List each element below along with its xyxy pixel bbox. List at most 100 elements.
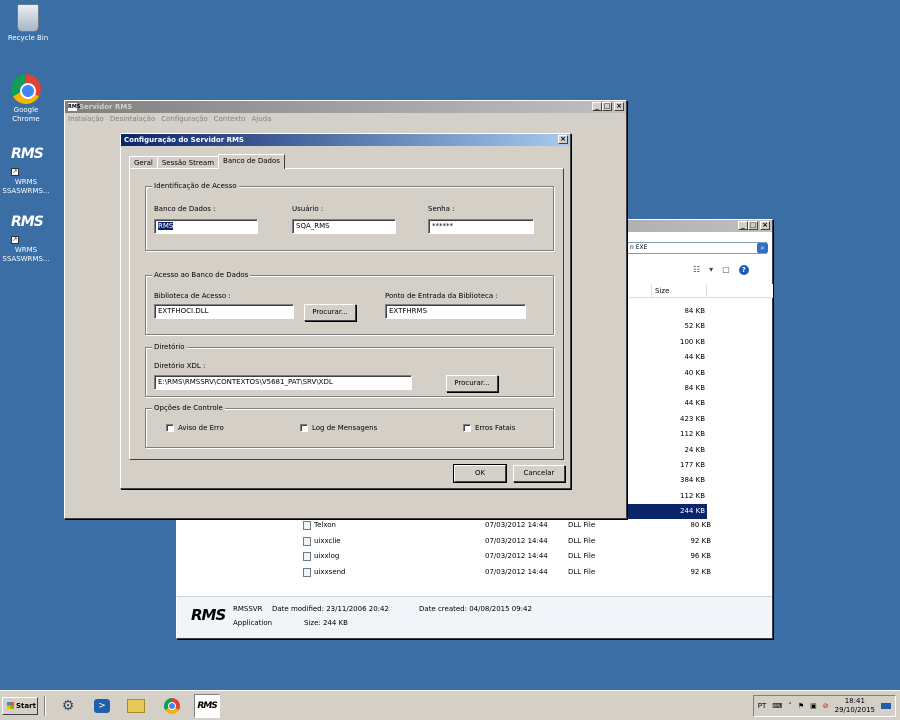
rms-taskbar-button[interactable]: RMS [194, 694, 220, 718]
size-cell[interactable]: 84 KB [627, 304, 707, 319]
minimize-button[interactable]: _ [738, 221, 748, 230]
dll-file-icon [303, 568, 311, 578]
table-row[interactable]: uixxclie 07/03/2012 14:44 DLL File 92 KB [303, 534, 713, 550]
desktop-icon-google-chrome[interactable]: Google Chrome [0, 74, 54, 124]
detail-created: Date created: 04/08/2015 09:42 [419, 605, 532, 613]
size-cell[interactable]: 423 KB [627, 412, 707, 427]
windows-logo-icon [7, 702, 14, 709]
keyboard-icon[interactable]: ⌨ [772, 702, 782, 710]
group-legend: Opções de Controle [152, 404, 225, 413]
xdl-path-field[interactable]: E:\RMS\RMSSRV\CONTEXTOS\V5681_PAT\SRV\XD… [154, 375, 412, 390]
chrome-icon[interactable] [160, 694, 184, 718]
entry-point-field[interactable]: EXTFHRMS [385, 304, 526, 319]
size-cell[interactable]: 44 KB [627, 396, 707, 411]
tab-strip: Geral Sessão Stream Banco de Dados [129, 154, 285, 169]
password-field[interactable]: ****** [428, 219, 534, 234]
file-size: 92 KB [690, 567, 711, 576]
menu-contexto[interactable]: Contexto [214, 113, 246, 125]
user-label: Usuário : [292, 205, 324, 213]
table-row[interactable]: Telxon 07/03/2012 14:44 DLL File 80 KB [303, 518, 713, 534]
window-title: Servidor RMS [79, 103, 133, 111]
size-cell[interactable]: 177 KB [627, 458, 707, 473]
menu-instalacao[interactable]: Instalação [68, 113, 104, 125]
volume-muted-icon[interactable]: ⊘ [823, 702, 829, 710]
size-cell[interactable]: 100 KB [627, 335, 707, 350]
size-cell[interactable]: 40 KB [627, 366, 707, 381]
chevron-up-icon[interactable]: ˄ [788, 702, 792, 710]
library-field[interactable]: EXTFHOCI.DLL [154, 304, 294, 319]
file-type: DLL File [568, 536, 596, 545]
browse-xdl-button[interactable]: Procurar... [446, 375, 498, 392]
size-cell[interactable]: 24 KB [627, 443, 707, 458]
close-button[interactable]: × [558, 135, 568, 144]
cancel-button[interactable]: Cancelar [513, 465, 565, 482]
address-bar[interactable]: n EXE [627, 242, 767, 254]
flag-icon[interactable]: ⚑ [798, 702, 804, 710]
desktop-icon-wrms-2[interactable]: RMS ↗ WRMS SSASWRMS... [0, 215, 54, 264]
close-button[interactable]: × [614, 102, 624, 111]
size-cell[interactable]: 112 KB [627, 427, 707, 442]
preview-pane-icon[interactable]: ▢ [722, 265, 730, 275]
table-row[interactable]: uixxsend 07/03/2012 14:44 DLL File 92 KB [303, 565, 713, 581]
search-icon[interactable]: ⌕ [757, 243, 768, 253]
db-field[interactable]: RMS [154, 219, 258, 234]
size-cell[interactable]: 44 KB [627, 350, 707, 365]
maximize-button[interactable]: □ [748, 221, 758, 230]
config-titlebar[interactable]: Configuração do Servidor RMS × [121, 134, 570, 146]
config-dialog[interactable]: Configuração do Servidor RMS × Geral Ses… [120, 133, 571, 489]
table-row[interactable]: uixxlog 07/03/2012 14:44 DLL File 96 KB [303, 549, 713, 565]
size-cell[interactable]: 384 KB [627, 473, 707, 488]
chrome-icon [11, 74, 41, 104]
view-toolbar: ☷ ▾ ▢ ? [693, 265, 749, 275]
file-name: uixxsend [314, 567, 346, 576]
view-options-icon[interactable]: ☷ [693, 265, 700, 275]
show-desktop-icon[interactable] [881, 703, 891, 709]
file-size: 80 KB [690, 521, 711, 529]
size-cell[interactable]: 52 KB [627, 319, 707, 334]
minimize-button[interactable]: _ [592, 102, 602, 111]
size-cell[interactable]: 112 KB [627, 489, 707, 504]
user-field[interactable]: SQA_RMS [292, 219, 396, 234]
size-column: 84 KB 52 KB 100 KB 44 KB 40 KB 84 KB 44 KB 423 … [627, 304, 707, 520]
tab-banco-de-dados[interactable]: Banco de Dados [218, 154, 285, 169]
desktop-icon-recycle-bin[interactable]: Recycle Bin [0, 4, 56, 43]
menu-configuracao[interactable]: Configuração [161, 113, 207, 125]
language-indicator[interactable]: PT [758, 702, 767, 710]
file-date: 07/03/2012 14:44 [485, 536, 548, 545]
file-type: DLL File [568, 552, 596, 561]
chevron-down-icon[interactable]: ▾ [709, 265, 713, 275]
network-icon[interactable]: ▣ [810, 702, 817, 710]
entry-point-label: Ponto de Entrada da Biblioteca : [385, 292, 498, 300]
checkbox[interactable] [166, 424, 174, 432]
menu-desintalacao[interactable]: Desintalação [110, 113, 155, 125]
file-type: DLL File [568, 521, 596, 529]
menu-ajuda[interactable]: Ajuda [251, 113, 271, 125]
server-manager-icon[interactable]: ⚙ [56, 694, 80, 718]
checkbox-aviso-de-erro[interactable]: Aviso de Erro [166, 424, 224, 432]
desktop-icon-wrms-1[interactable]: RMS ↗ WRMS SSASWRMS... [0, 147, 54, 196]
help-icon[interactable]: ? [738, 265, 749, 275]
file-explorer-icon[interactable] [124, 694, 148, 718]
checkbox-erros-fatais[interactable]: Erros Fatais [463, 424, 515, 432]
checkbox[interactable] [300, 424, 308, 432]
servidor-titlebar[interactable]: RMSServidor RMS _ □ × [65, 101, 626, 113]
checkbox[interactable] [463, 424, 471, 432]
start-button[interactable]: Start [2, 697, 38, 715]
clock[interactable]: 18:41 29/10/2015 [835, 697, 875, 715]
maximize-button[interactable]: □ [602, 102, 612, 111]
powershell-icon[interactable]: > [90, 694, 114, 718]
file-name: Telxon [314, 521, 336, 529]
browse-library-button[interactable]: Procurar... [304, 304, 356, 321]
ok-button[interactable]: OK [453, 464, 507, 483]
checkbox-log-de-mensagens[interactable]: Log de Mensagens [300, 424, 377, 432]
detail-name: RMSSVR [233, 605, 263, 613]
column-size[interactable]: Size [651, 284, 707, 298]
file-list: Telxon 07/03/2012 14:44 DLL File 80 KB uixxc… [303, 518, 713, 580]
details-pane: RMS RMSSVR Date modified: 23/11/2006 20:… [177, 596, 772, 638]
size-cell[interactable]: 84 KB [627, 381, 707, 396]
group-legend: Identificação de Acesso [152, 182, 239, 191]
file-name: uixxclie [314, 536, 341, 545]
group-diretorio: Diretório Diretório XDL : E:\RMS\RMSSRV\… [145, 343, 554, 397]
dll-file-icon [303, 536, 311, 546]
close-button[interactable]: × [760, 221, 770, 230]
